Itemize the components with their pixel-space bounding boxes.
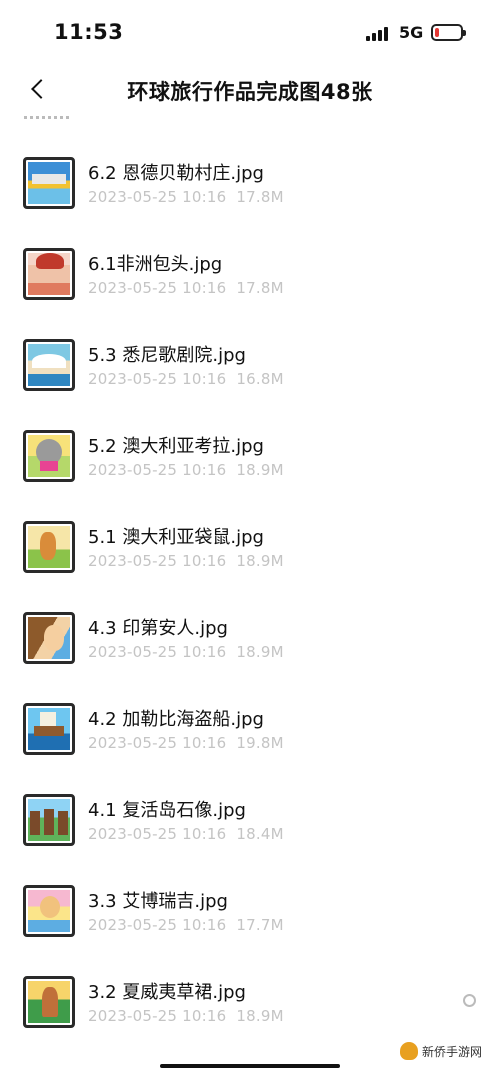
file-name: 6.2 恩德贝勒村庄.jpg [88,163,264,184]
list-item[interactable]: 5.3 悉尼歌剧院.jpg 2023-05-25 10:16 16.8M [0,339,500,425]
file-thumbnail [23,248,75,300]
file-date: 2023-05-25 10:16 [88,916,227,934]
file-date: 2023-05-25 10:16 [88,552,227,570]
file-thumbnail [23,430,75,482]
file-date: 2023-05-25 10:16 [88,643,227,661]
file-date: 2023-05-25 10:16 [88,461,227,479]
list-item[interactable]: 4.2 加勒比海盗船.jpg 2023-05-25 10:16 19.8M [0,703,500,789]
status-time: 11:53 [54,20,124,44]
file-date: 2023-05-25 10:16 [88,1007,227,1025]
file-date: 2023-05-25 10:16 [88,825,227,843]
file-name: 4.1 复活岛石像.jpg [88,800,246,821]
watermark-text: 新侨手游网 [422,1045,483,1059]
list-item[interactable]: 4.1 复活岛石像.jpg 2023-05-25 10:16 18.4M [0,794,500,880]
list-item[interactable]: 4.3 印第安人.jpg 2023-05-25 10:16 18.9M [0,612,500,698]
file-meta: 2023-05-25 10:16 17.8M [88,188,294,206]
watermark: 新侨手游网 [396,1036,500,1068]
previous-item-edge [24,116,72,119]
file-name: 6.1非洲包头.jpg [88,254,223,275]
list-item[interactable]: 5.2 澳大利亚考拉.jpg 2023-05-25 10:16 18.9M [0,430,500,516]
battery-level [435,28,439,37]
file-meta: 2023-05-25 10:16 18.9M [88,643,294,661]
list-item[interactable]: 6.1非洲包头.jpg 2023-05-25 10:16 17.8M [0,248,500,334]
file-size: 18.9M [236,461,284,479]
file-name: 5.1 澳大利亚袋鼠.jpg [88,527,264,548]
file-meta: 2023-05-25 10:16 17.8M [88,279,294,297]
nav-bar: 环球旅行作品完成图48张 [0,62,500,114]
file-thumbnail [23,339,75,391]
home-indicator [160,1064,340,1068]
file-thumbnail [23,612,75,664]
file-size: 18.9M [236,552,284,570]
file-thumbnail [23,976,75,1028]
page-title: 环球旅行作品完成图48张 [127,80,373,104]
file-thumbnail [23,885,75,937]
file-size: 19.8M [236,734,284,752]
file-size: 17.8M [236,279,284,297]
file-meta: 2023-05-25 10:16 18.9M [88,552,294,570]
list-item[interactable]: 6.2 恩德贝勒村庄.jpg 2023-05-25 10:16 17.8M [0,157,500,243]
file-size: 18.9M [236,1007,284,1025]
file-name: 3.2 夏威夷草裙.jpg [88,982,246,1003]
network-label: 5G [399,23,424,42]
list-item[interactable]: 5.1 澳大利亚袋鼠.jpg 2023-05-25 10:16 18.9M [0,521,500,607]
file-thumbnail [23,521,75,573]
signal-icon [366,25,392,41]
scroll-indicator[interactable] [463,994,476,1007]
file-name: 4.2 加勒比海盗船.jpg [88,709,264,730]
file-size: 18.9M [236,643,284,661]
file-thumbnail [23,157,75,209]
file-size: 17.8M [236,188,284,206]
file-size: 18.4M [236,825,284,843]
file-name: 3.3 艾博瑞吉.jpg [88,891,228,912]
file-size: 16.8M [236,370,284,388]
file-date: 2023-05-25 10:16 [88,188,227,206]
file-meta: 2023-05-25 10:16 17.7M [88,916,294,934]
file-name: 5.2 澳大利亚考拉.jpg [88,436,264,457]
file-meta: 2023-05-25 10:16 16.8M [88,370,294,388]
file-date: 2023-05-25 10:16 [88,279,227,297]
file-meta: 2023-05-25 10:16 18.9M [88,1007,294,1025]
file-name: 5.3 悉尼歌剧院.jpg [88,345,246,366]
list-item[interactable]: 3.3 艾博瑞吉.jpg 2023-05-25 10:16 17.7M [0,885,500,971]
file-meta: 2023-05-25 10:16 18.9M [88,461,294,479]
file-date: 2023-05-25 10:16 [88,370,227,388]
file-thumbnail [23,703,75,755]
file-meta: 2023-05-25 10:16 19.8M [88,734,294,752]
file-date: 2023-05-25 10:16 [88,734,227,752]
battery-icon [431,24,466,41]
file-meta: 2023-05-25 10:16 18.4M [88,825,294,843]
file-name: 4.3 印第安人.jpg [88,618,228,639]
file-size: 17.7M [236,916,284,934]
status-bar: 11:53 5G [0,0,500,60]
file-thumbnail [23,794,75,846]
watermark-logo-icon [400,1042,418,1060]
